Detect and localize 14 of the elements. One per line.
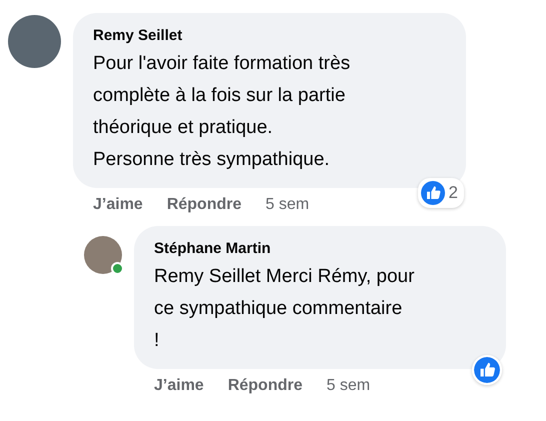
timestamp: 5 sem <box>326 377 370 395</box>
avatar-photo[interactable] <box>84 236 122 274</box>
comment-action-link[interactable]: Répondre <box>228 377 302 395</box>
comment-action-link[interactable]: J’aime <box>154 377 204 395</box>
comment-action-link[interactable]: J’aime <box>93 196 143 214</box>
timestamp: 5 sem <box>265 196 310 214</box>
thumbs-up-icon <box>420 181 445 205</box>
thumbs-up-icon[interactable] <box>472 355 502 385</box>
reaction-badge[interactable]: 2 <box>418 178 464 208</box>
author-name[interactable]: Stéphane Martin <box>154 240 486 257</box>
comment-text: Remy Seillet Merci Rémy, pour ce sympathique commentaire ! <box>154 265 416 353</box>
comment-action-link[interactable]: Répondre <box>166 196 242 214</box>
comment-text: Pour l'avoir faite formation très complète à la fois sur la partie théorique et pratique. Personne très sympathique. <box>93 52 352 172</box>
author-name[interactable]: Remy Seillet <box>93 27 446 44</box>
